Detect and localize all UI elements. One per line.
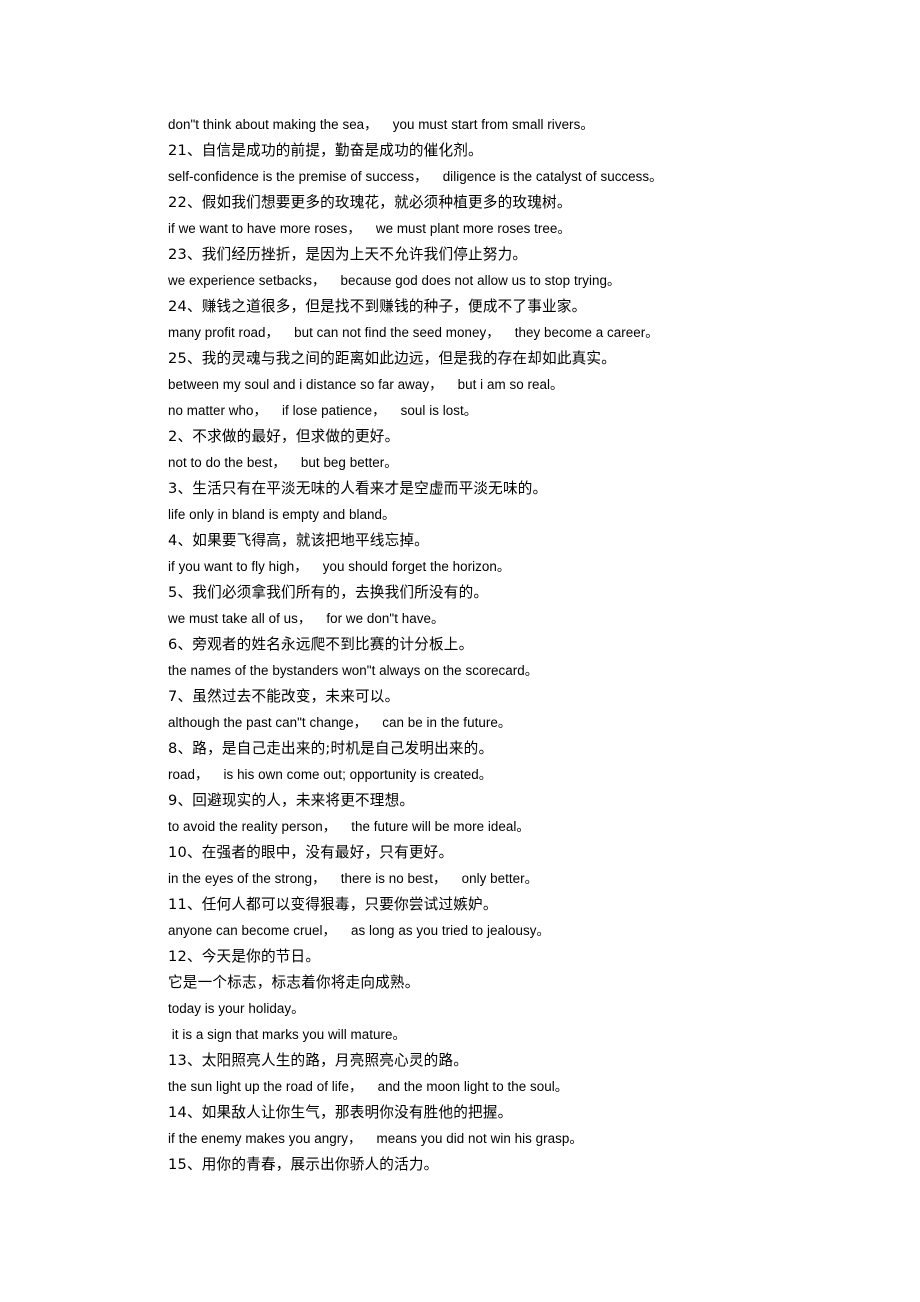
text-line: it is a sign that marks you will mature。 [168,1027,406,1042]
text-line: 6、旁观者的姓名永远爬不到比赛的计分板上。 [168,636,474,653]
text-line: 4、如果要飞得高，就该把地平线忘掉。 [168,532,429,549]
text-line: 15、用你的青春，展示出你骄人的活力。 [168,1156,439,1173]
text-line: 12、今天是你的节日。 [168,948,321,965]
text-line: 3、生活只有在平淡无味的人看来才是空虚而平淡无味的。 [168,480,548,497]
text-line: road， is his own come out; opportunity i… [168,767,493,782]
text-line: many profit road， but can not find the s… [168,325,659,340]
text-line: 14、如果敌人让你生气，那表明你没有胜他的把握。 [168,1104,513,1121]
text-line: 25、我的灵魂与我之间的距离如此边远，但是我的存在却如此真实。 [168,350,616,367]
text-line: 24、赚钱之道很多，但是找不到赚钱的种子，便成不了事业家。 [168,298,587,315]
text-line: 9、回避现实的人，未来将更不理想。 [168,792,415,809]
text-line: self-confidence is the premise of succes… [168,169,663,184]
text-line: 10、在强者的眼中，没有最好，只有更好。 [168,844,454,861]
text-line: anyone can become cruel， as long as you … [168,923,550,938]
text-line: no matter who， if lose patience， soul is… [168,403,478,418]
document-text-body: don"t think about making the sea， you mu… [168,112,768,1178]
text-line: life only in bland is empty and bland。 [168,507,396,522]
text-line: 8、路，是自己走出来的;时机是自己发明出来的。 [168,740,494,757]
text-line: we experience setbacks， because god does… [168,273,621,288]
text-line: don"t think about making the sea， you mu… [168,117,594,132]
document-page: don"t think about making the sea， you mu… [0,0,920,1302]
text-line: 11、任何人都可以变得狠毒，只要你尝试过嫉妒。 [168,896,498,913]
text-line: the names of the bystanders won"t always… [168,663,539,678]
text-line: if the enemy makes you angry， means you … [168,1131,583,1146]
text-line: between my soul and i distance so far aw… [168,377,564,392]
text-line: today is your holiday。 [168,1001,305,1016]
text-line: 13、太阳照亮人生的路，月亮照亮心灵的路。 [168,1052,469,1069]
text-line: if we want to have more roses， we must p… [168,221,571,236]
text-line: if you want to fly high， you should forg… [168,559,511,574]
text-line: 7、虽然过去不能改变，未来可以。 [168,688,400,705]
text-line: 22、假如我们想要更多的玫瑰花，就必须种植更多的玫瑰树。 [168,194,572,211]
text-line: not to do the best， but beg better。 [168,455,398,470]
text-line: 23、我们经历挫折，是因为上天不允许我们停止努力。 [168,246,528,263]
text-line: 5、我们必须拿我们所有的，去换我们所没有的。 [168,584,489,601]
text-line: we must take all of us， for we don"t hav… [168,611,445,626]
text-line: although the past can"t change， can be i… [168,715,512,730]
text-line: 2、不求做的最好，但求做的更好。 [168,428,400,445]
text-line: the sun light up the road of life， and t… [168,1079,569,1094]
text-line: 21、自信是成功的前提，勤奋是成功的催化剂。 [168,142,483,159]
text-line: in the eyes of the strong， there is no b… [168,871,539,886]
text-line: 它是一个标志，标志着你将走向成熟。 [168,974,420,991]
text-line: to avoid the reality person， the future … [168,819,530,834]
